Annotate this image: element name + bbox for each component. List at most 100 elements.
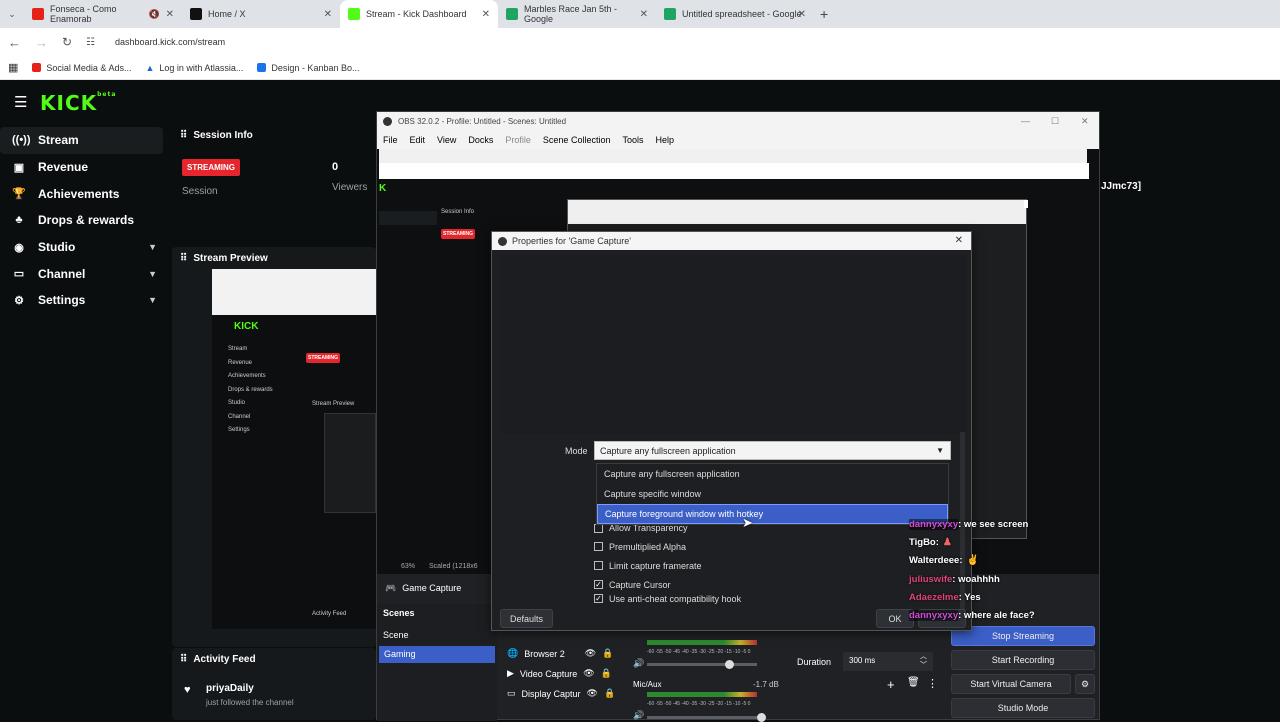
add-transition-icon[interactable]: + [887,677,895,692]
chat-message: Walterdeee: ✌ [909,552,1099,570]
reload-icon[interactable]: ↻ [62,35,72,49]
anti-cheat-checkbox[interactable]: ✓ Use anti-cheat compatibility hook [594,594,741,604]
visibility-icon[interactable]: 👁 [583,668,594,679]
browser-tab-marbles[interactable]: Marbles Race Jan 5th - Google ✕ [498,0,656,28]
scene-item-selected[interactable]: Gaming [379,646,495,663]
menu-scene-collection[interactable]: Scene Collection [543,135,611,145]
close-tab-icon[interactable]: ✕ [324,9,332,20]
menu-profile[interactable]: Profile [505,135,531,145]
mode-option-highlighted[interactable]: Capture foreground window with hotkey [597,504,948,524]
menu-edit[interactable]: Edit [410,135,426,145]
limit-framerate-checkbox[interactable]: Limit capture framerate [594,556,741,575]
more-options-icon[interactable]: ⋮ [927,677,938,690]
mute-icon[interactable]: 🔇 [149,9,160,20]
menu-tools[interactable]: Tools [622,135,643,145]
browser-tab-spreadsheet[interactable]: Untitled spreadsheet - Google ✕ [656,0,814,28]
forward-icon[interactable]: → [35,35,48,50]
defaults-button[interactable]: Defaults [500,609,553,628]
menu-icon[interactable]: ☰ [14,93,27,111]
tab-search-icon[interactable]: ⌄ [0,9,24,20]
chat-user[interactable]: Walterdeee [909,555,959,566]
captured-badge: STREAMING [441,229,475,239]
drag-handle-icon[interactable]: ⠿ [180,654,187,665]
lock-icon[interactable]: 🔒 [604,688,615,699]
sidebar-item-stream[interactable]: ((•)) Stream [0,127,163,154]
studio-mode-button[interactable]: Studio Mode [951,698,1095,718]
dropdown-arrow-icon[interactable]: ▼ [936,446,944,455]
activity-user[interactable]: priyaDaily [206,683,254,694]
new-tab-icon[interactable]: + [820,6,828,22]
speaker-icon[interactable]: 🔊 [633,658,644,669]
mic-speaker-icon[interactable]: 🔊 [633,710,644,721]
checkbox-box[interactable] [594,542,603,551]
visibility-icon[interactable]: 👁 [585,648,596,659]
bookmarks-bar: ▦ Social Media & Ads... ▲ Log in with Atl… [0,56,1280,80]
stop-streaming-button[interactable]: Stop Streaming [951,626,1095,646]
mode-option[interactable]: Capture any fullscreen application [597,464,948,484]
start-recording-button[interactable]: Start Recording [951,650,1095,670]
source-row[interactable]: 🌐 Browser 2 👁 🔒 [507,648,613,659]
scene-item[interactable]: Scene [383,630,409,640]
browser-tab-youtube[interactable]: Fonseca - Como Enamorab 🔇 ✕ [24,0,182,28]
sidebar-item-drops[interactable]: ♣ Drops & rewards [0,207,163,234]
volume-slider[interactable] [647,660,757,669]
zoom-level[interactable]: 63% [401,563,415,570]
drag-handle-icon[interactable]: ⠿ [180,130,187,141]
browser-tab-kick[interactable]: Stream - Kick Dashboard ✕ [340,0,498,28]
drag-handle-icon[interactable]: ⠿ [180,253,187,264]
bookmark-atlassian[interactable]: ▲ Log in with Atlassia... [145,63,243,73]
duration-input[interactable]: 300 ms ︿ ﹀ [843,652,933,671]
menu-docks[interactable]: Docks [468,135,493,145]
close-tab-icon[interactable]: ✕ [798,9,806,20]
browser-tab-x[interactable]: Home / X ✕ [182,0,340,28]
chevron-down-icon: ▼ [148,242,157,253]
close-icon[interactable]: ✕ [1081,116,1089,127]
chat-user[interactable]: TigBo [909,537,936,548]
url-field[interactable]: dashboard.kick.com/stream [115,37,225,47]
slider-handle[interactable] [725,660,734,669]
trash-icon[interactable]: 🗑 [907,677,920,688]
minimize-icon[interactable]: — [1021,116,1030,126]
capture-cursor-checkbox[interactable]: ✓ Capture Cursor [594,575,741,594]
sidebar-item-revenue[interactable]: ▣ Revenue [0,154,163,181]
sidebar-item-studio[interactable]: ◉ Studio ▼ [0,234,163,261]
mode-option[interactable]: Capture specific window [597,484,948,504]
spin-icon[interactable]: ︿ ﹀ [920,652,927,670]
close-tab-icon[interactable]: ✕ [482,9,490,20]
menu-help[interactable]: Help [655,135,674,145]
maximize-icon[interactable]: ☐ [1051,116,1059,127]
apps-grid-icon[interactable]: ▦ [8,61,18,74]
start-virtual-camera-button[interactable]: Start Virtual Camera [951,674,1071,694]
menu-view[interactable]: View [437,135,456,145]
close-tab-icon[interactable]: ✕ [166,9,174,20]
lock-icon[interactable]: 🔒 [602,648,613,659]
chat-user[interactable]: dannyxyxy [909,518,959,530]
chat-user[interactable]: dannyxyxy [909,610,959,622]
checkbox-box[interactable] [594,561,603,570]
bookmark-design[interactable]: Design - Kanban Bo... [257,63,359,73]
source-row[interactable]: ▭ Display Captur 👁 🔒 [507,688,615,699]
virtual-camera-settings-icon[interactable]: ⚙ [1075,674,1095,694]
back-icon[interactable]: ← [8,35,21,50]
mode-select[interactable]: Capture any fullscreen application ▼ [594,441,951,460]
checkmark-icon[interactable]: ✓ [594,594,603,603]
site-info-icon[interactable]: ☷ [86,37,95,48]
sidebar-item-settings[interactable]: ⚙ Settings ▼ [0,287,163,314]
chat-user[interactable]: Adaezelme [909,592,959,603]
close-tab-icon[interactable]: ✕ [640,9,648,20]
sidebar-item-achievements[interactable]: 🏆 Achievements [0,180,163,207]
mic-volume-slider[interactable] [647,713,766,722]
source-row[interactable]: ▶ Video Capture 👁 🔒 [507,668,612,679]
slider-handle[interactable] [757,713,766,722]
lock-icon[interactable]: 🔒 [601,668,612,679]
bookmark-social-media[interactable]: Social Media & Ads... [32,63,131,73]
checkmark-icon[interactable]: ✓ [594,580,603,589]
menu-file[interactable]: File [383,135,398,145]
kick-logo[interactable]: KICKbeta [40,91,116,115]
close-icon[interactable]: ✕ [955,235,963,246]
premultiplied-alpha-checkbox[interactable]: Premultiplied Alpha [594,537,741,556]
status-badge: STREAMING [182,159,240,176]
chat-user[interactable]: juliuswife [909,574,952,585]
sidebar-item-channel[interactable]: ▭ Channel ▼ [0,260,163,287]
visibility-icon[interactable]: 👁 [587,688,598,699]
